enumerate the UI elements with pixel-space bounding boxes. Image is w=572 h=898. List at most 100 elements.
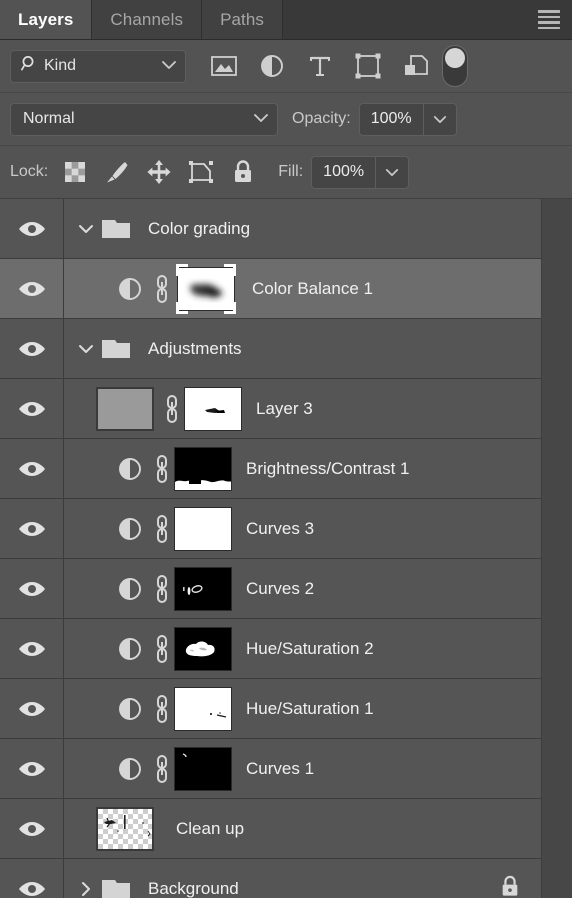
visibility-toggle[interactable]: [0, 259, 64, 318]
layer-row-hue-saturation-2[interactable]: Hue/Saturation 2: [0, 619, 541, 679]
layer-mask-thumbnail[interactable]: [174, 566, 232, 611]
layer-row-background[interactable]: Background: [0, 859, 541, 898]
visibility-toggle[interactable]: [0, 559, 64, 618]
visibility-toggle[interactable]: [0, 739, 64, 798]
layer-row-body[interactable]: Hue/Saturation 2: [64, 619, 541, 678]
filter-enable-toggle[interactable]: [442, 45, 468, 87]
layer-row-clean-up[interactable]: Clean up: [0, 799, 541, 859]
layer-mask-thumbnail[interactable]: [174, 746, 232, 791]
blend-mode-select[interactable]: Normal: [10, 102, 278, 136]
visibility-toggle[interactable]: [0, 319, 64, 378]
layer-mask-thumbnail[interactable]: [184, 386, 242, 431]
visibility-toggle[interactable]: [0, 679, 64, 738]
link-mask-icon[interactable]: [150, 634, 174, 664]
opacity-value[interactable]: 100%: [360, 103, 424, 135]
layer-name[interactable]: Clean up: [176, 819, 244, 839]
hue-saturation-adjustment-icon[interactable]: [110, 696, 150, 722]
layer-name[interactable]: Hue/Saturation 1: [246, 699, 374, 719]
layer-row-body[interactable]: Layer 3: [64, 379, 541, 438]
chevron-right-icon[interactable]: [72, 880, 100, 898]
link-mask-icon[interactable]: [150, 754, 174, 784]
visibility-toggle[interactable]: [0, 499, 64, 558]
visibility-toggle[interactable]: [0, 619, 64, 678]
layer-row-body[interactable]: Color grading: [64, 199, 541, 258]
layer-name[interactable]: Color grading: [148, 219, 250, 239]
hue-saturation-adjustment-icon[interactable]: [110, 636, 150, 662]
layer-name[interactable]: Background: [148, 879, 239, 898]
mask-thumbnail-selected[interactable]: [174, 263, 238, 314]
shape-layer-filter-icon[interactable]: [344, 46, 392, 86]
layer-row-adjustments[interactable]: Adjustments: [0, 319, 541, 379]
curves-adjustment-icon[interactable]: [110, 756, 150, 782]
link-mask-icon[interactable]: [150, 454, 174, 484]
opacity-dropdown-button[interactable]: [424, 104, 456, 135]
link-mask-icon[interactable]: [150, 574, 174, 604]
brightness-contrast-adjustment-icon[interactable]: [110, 456, 150, 482]
link-mask-icon[interactable]: [150, 514, 174, 544]
layer-thumbnail[interactable]: [96, 806, 154, 851]
layer-row-layer-3[interactable]: Layer 3: [0, 379, 541, 439]
layer-mask-thumbnail[interactable]: [174, 446, 232, 491]
lock-transparent-pixels-icon[interactable]: [54, 152, 96, 192]
tab-layers[interactable]: Layers: [0, 0, 93, 39]
lock-artboard-nesting-icon[interactable]: [180, 152, 222, 192]
layer-row-body[interactable]: Background: [64, 859, 541, 898]
layer-row-body[interactable]: Hue/Saturation 1: [64, 679, 541, 738]
tab-channels[interactable]: Channels: [92, 0, 203, 39]
link-mask-icon[interactable]: [150, 274, 174, 304]
curves-adjustment-icon[interactable]: [110, 516, 150, 542]
layer-name[interactable]: Curves 1: [246, 759, 314, 779]
panel-menu-button[interactable]: [526, 0, 572, 39]
chevron-down-icon[interactable]: [72, 223, 100, 235]
lock-position-icon[interactable]: [138, 152, 180, 192]
layer-name[interactable]: Brightness/Contrast 1: [246, 459, 409, 479]
layer-row-hue-saturation-1[interactable]: Hue/Saturation 1: [0, 679, 541, 739]
filter-kind-select[interactable]: Kind: [10, 49, 186, 83]
layer-name[interactable]: Adjustments: [148, 339, 242, 359]
visibility-toggle[interactable]: [0, 799, 64, 858]
type-layer-filter-icon[interactable]: [296, 46, 344, 86]
layer-name[interactable]: Layer 3: [256, 399, 313, 419]
layer-row-color-grading[interactable]: Color grading: [0, 199, 541, 259]
layer-row-brightness-contrast-1[interactable]: Brightness/Contrast 1: [0, 439, 541, 499]
visibility-toggle[interactable]: [0, 439, 64, 498]
link-mask-icon[interactable]: [150, 694, 174, 724]
adjustment-layer-filter-icon[interactable]: [248, 46, 296, 86]
layer-mask-thumbnail[interactable]: [174, 626, 232, 671]
layer-name[interactable]: Hue/Saturation 2: [246, 639, 374, 659]
layer-name[interactable]: Curves 2: [246, 579, 314, 599]
visibility-toggle[interactable]: [0, 859, 64, 898]
layer-list[interactable]: Color grading Color Balance 1 Adjustment…: [0, 199, 572, 898]
layer-row-body[interactable]: Curves 1: [64, 739, 541, 798]
smart-object-filter-icon[interactable]: [392, 46, 440, 86]
layer-row-body[interactable]: Adjustments: [64, 319, 541, 378]
curves-adjustment-icon[interactable]: [110, 576, 150, 602]
tab-paths[interactable]: Paths: [202, 0, 284, 39]
layer-mask-thumbnail[interactable]: [174, 686, 232, 731]
layer-row-curves-1[interactable]: Curves 1: [0, 739, 541, 799]
visibility-toggle[interactable]: [0, 199, 64, 258]
lock-all-icon[interactable]: [222, 152, 264, 192]
opacity-field[interactable]: 100%: [358, 102, 457, 136]
layer-name[interactable]: Curves 3: [246, 519, 314, 539]
link-mask-icon[interactable]: [160, 394, 184, 424]
chevron-down-icon[interactable]: [72, 343, 100, 355]
layer-row-body[interactable]: Clean up: [64, 799, 541, 858]
layer-row-color-balance-1[interactable]: Color Balance 1: [0, 259, 541, 319]
layer-thumbnail[interactable]: [96, 386, 154, 431]
layer-list-scrollbar[interactable]: [541, 199, 572, 898]
visibility-toggle[interactable]: [0, 379, 64, 438]
layer-row-body[interactable]: Curves 2: [64, 559, 541, 618]
pixel-layer-filter-icon[interactable]: [200, 46, 248, 86]
layer-row-curves-2[interactable]: Curves 2: [0, 559, 541, 619]
layer-row-body[interactable]: Curves 3: [64, 499, 541, 558]
lock-image-pixels-icon[interactable]: [96, 152, 138, 192]
layer-row-body[interactable]: Color Balance 1: [64, 259, 541, 318]
layer-mask-thumbnail[interactable]: [174, 506, 232, 551]
fill-dropdown-button[interactable]: [376, 157, 408, 188]
fill-field[interactable]: 100%: [311, 155, 410, 189]
color-balance-adjustment-icon[interactable]: [110, 276, 150, 302]
layer-name[interactable]: Color Balance 1: [252, 279, 373, 299]
layer-row-curves-3[interactable]: Curves 3: [0, 499, 541, 559]
layer-row-body[interactable]: Brightness/Contrast 1: [64, 439, 541, 498]
